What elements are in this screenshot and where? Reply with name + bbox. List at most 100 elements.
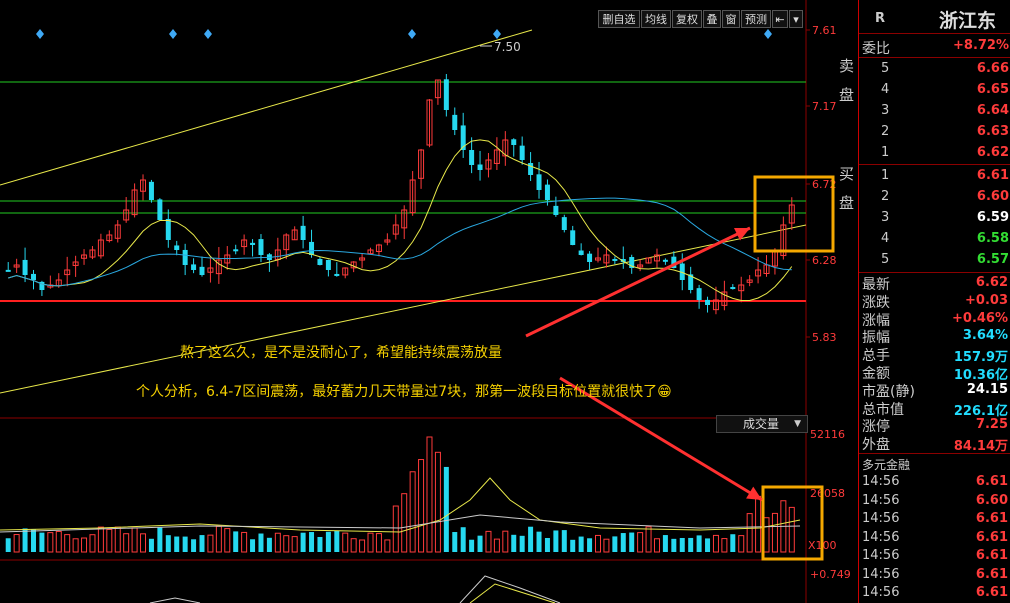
volume-bar — [131, 527, 138, 553]
volume-bar — [72, 538, 79, 553]
volume-bar — [392, 505, 399, 553]
tick-time: 14:56 — [862, 566, 900, 582]
volume-bar — [561, 530, 567, 552]
volume-bar — [755, 495, 762, 553]
tick-time: 14:56 — [862, 492, 900, 508]
volume-axis-label: 26058 — [810, 487, 845, 500]
volume-bar — [55, 530, 62, 553]
candle-body — [570, 230, 576, 245]
remove-favorite-button[interactable]: 删自选 — [598, 10, 640, 28]
tick-price: 6.60 — [975, 492, 1008, 508]
level-number: 5 — [881, 252, 890, 267]
candle-body — [612, 258, 618, 261]
volume-bar — [64, 534, 71, 553]
volume-bar — [738, 535, 745, 553]
tick-price: 6.61 — [975, 548, 1008, 563]
volume-bar — [317, 536, 323, 552]
volume-bar — [342, 532, 349, 553]
overlay-button[interactable]: 叠 — [703, 10, 721, 28]
volume-bar — [553, 530, 559, 552]
volume-bar — [274, 532, 281, 553]
candle-body — [528, 163, 534, 175]
jump-start-icon[interactable]: ⇤ — [772, 10, 788, 28]
level-number: 2 — [881, 189, 890, 204]
candle-body — [587, 253, 593, 262]
volume-bar — [182, 536, 188, 552]
quote-panel: R 浙江东 委比 +8.72% 卖盘 5 6.66 4 6.65 3 6.64 … — [837, 0, 1010, 603]
volume-bar — [443, 466, 449, 552]
volume-bar — [603, 538, 610, 553]
volume-bar — [325, 531, 331, 552]
candle-body — [334, 273, 340, 276]
buy-level-row[interactable]: 3 6.59 — [859, 208, 1010, 227]
buy-level-row[interactable]: 1 6.61 — [859, 166, 1010, 185]
candle-body — [148, 181, 154, 200]
volume-bar — [705, 538, 711, 552]
level-price: 6.57 — [976, 252, 1009, 267]
level-price: 6.65 — [976, 82, 1009, 97]
stat-value: 7.25 — [975, 417, 1008, 433]
stat-value: 24.15 — [966, 381, 1008, 397]
volume-bar — [671, 538, 677, 552]
ticks-header: 多元金融 — [862, 458, 911, 472]
candle-body — [5, 269, 11, 272]
level-price: 6.63 — [976, 124, 1009, 139]
annotation-text: 个人分析，6.4-7区间震荡，最好蓄力几天带量过7块，那第一波段目标位置就很快了… — [136, 383, 672, 400]
volume-bar — [595, 534, 601, 553]
sell-level-row[interactable]: 1 6.62 — [859, 143, 1010, 162]
sell-level-row[interactable]: 4 6.65 — [859, 80, 1010, 99]
volume-bar — [30, 529, 36, 552]
dropdown-icon[interactable]: ▾ — [789, 10, 803, 28]
candle-body — [452, 114, 458, 130]
stat-value: +0.03 — [965, 292, 1008, 308]
volume-bar — [587, 538, 593, 552]
buy-level-row[interactable]: 5 6.57 — [859, 250, 1010, 269]
candle-body — [519, 145, 525, 160]
volume-bar — [309, 532, 315, 552]
sell-level-row[interactable]: 5 6.66 — [859, 59, 1010, 78]
moving-average-button[interactable]: 均线 — [641, 10, 671, 28]
stat-value: 6.62 — [975, 275, 1008, 290]
volume-bar — [375, 533, 382, 553]
volume-bar — [528, 526, 534, 552]
candle-body — [536, 174, 542, 190]
volume-bar — [123, 533, 130, 553]
order-ratio-row: 委比 +8.72% — [859, 36, 1010, 57]
candle-body — [309, 241, 315, 255]
window-button[interactable]: 窗 — [722, 10, 740, 28]
candle-body — [730, 287, 736, 290]
tick-price: 6.61 — [975, 529, 1008, 545]
tick-price: 6.61 — [975, 566, 1008, 582]
event-marker-icon — [204, 29, 212, 39]
tick-time: 14:56 — [862, 548, 900, 563]
volume-axis-label: 52116 — [810, 428, 845, 441]
sell-level-row[interactable]: 3 6.64 — [859, 101, 1010, 120]
level-price: 6.58 — [976, 231, 1009, 246]
tick-price: 6.61 — [975, 585, 1008, 600]
volume-bar — [721, 538, 728, 553]
buy-level-row[interactable]: 2 6.60 — [859, 187, 1010, 206]
volume-bar — [157, 527, 163, 552]
price-axis-label: 5.83 — [812, 331, 837, 344]
buy-level-row[interactable]: 4 6.58 — [859, 229, 1010, 248]
stat-label: 外盘 — [862, 437, 890, 454]
volume-bar — [645, 526, 652, 553]
tick-time: 14:56 — [862, 529, 900, 545]
volume-bar — [771, 512, 778, 553]
chevron-down-icon: ▼ — [794, 419, 801, 429]
annotation-arrow — [525, 226, 751, 338]
tick-price: 6.61 — [975, 474, 1008, 489]
candle-body — [477, 164, 483, 170]
volume-bar — [434, 451, 441, 553]
candle-body — [696, 288, 702, 300]
volume-bar — [300, 532, 306, 552]
sell-level-row[interactable]: 2 6.63 — [859, 122, 1010, 141]
volume-indicator-select[interactable]: 成交量 ▼ — [716, 415, 808, 433]
upper-trendline — [0, 29, 533, 186]
candle-body — [157, 199, 163, 220]
event-marker-icon — [169, 29, 177, 39]
adjust-price-button[interactable]: 复权 — [672, 10, 702, 28]
tick-time: 14:56 — [862, 474, 900, 489]
forecast-button[interactable]: 预测 — [741, 10, 771, 28]
volume-bar — [250, 539, 256, 552]
